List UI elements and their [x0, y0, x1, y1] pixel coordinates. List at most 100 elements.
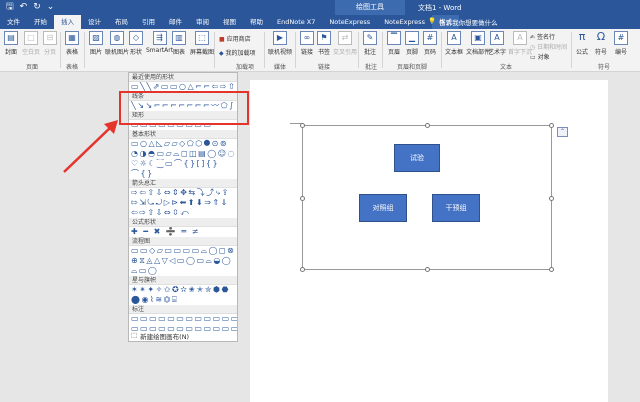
shape-row-arrows-2[interactable]: ⇰⇲⤿⤾▷⊳⬅⬆⬇⇒⇑⇓: [129, 198, 237, 208]
resize-handle-tr[interactable]: [549, 123, 554, 128]
cover-page-icon: ▤: [4, 31, 18, 45]
customize-qat-icon[interactable]: ⌄: [47, 2, 55, 13]
shape-row-basic-4[interactable]: ⌒{}: [129, 169, 237, 179]
bookmark-button[interactable]: ⚑ 书签: [317, 31, 331, 56]
doc-parts-icon: ▣: [471, 31, 485, 45]
tab-review[interactable]: 审阅: [189, 15, 216, 29]
page-number-button[interactable]: # 页码: [423, 31, 437, 56]
page-break-button[interactable]: ⊟ 分页: [43, 31, 57, 56]
ribbon: ▤ 封面 □ 空白页 ⊟ 分页 页面 ▦ 表格 表格 ▨ 图片 ◍ 联机图片 ◇ 形状 ⇶ Sm…: [0, 29, 640, 72]
tab-view[interactable]: 视图: [216, 15, 243, 29]
chart-button[interactable]: ▥ 图表: [172, 31, 186, 56]
footer-button[interactable]: ▁ 页脚: [405, 31, 419, 56]
tab-design[interactable]: 设计: [81, 15, 108, 29]
symbol-button[interactable]: Ω 符号: [594, 31, 608, 57]
crossref-button[interactable]: ⇄ 交叉引用: [333, 31, 357, 56]
number-button[interactable]: # 编号: [614, 31, 628, 56]
store-button[interactable]: ■ 应用商店: [219, 34, 251, 43]
shape-row-basic-1[interactable]: ▭○△◺▱▱◇⬠⬡⯃⊙⊚: [129, 139, 237, 149]
shape-row-arrows-1[interactable]: ⇨⇦⇧⇩⇔⇕✥⇆⤵⤴⤷⇪: [129, 188, 237, 198]
shape-row-flow-1[interactable]: ▭▭◇▱▭▭▭▭⌓◯◻⊗: [129, 246, 237, 256]
shapes-button[interactable]: ◇ 形状: [129, 31, 143, 56]
resize-handle-mr[interactable]: [549, 196, 554, 201]
shape-row-arrows-3[interactable]: ⇦⇨⇧⇩⇔⇳⤺: [129, 208, 237, 218]
tab-file[interactable]: 文件: [0, 15, 27, 29]
tab-noteexpress-2[interactable]: NoteExpress: [377, 15, 432, 29]
tab-references[interactable]: 引用: [135, 15, 162, 29]
shape-row-flow-2[interactable]: ⊕⧖◬△▽◁▭◯▭⌓◒◯: [129, 256, 237, 266]
title-bar: 🖫 ↶ ↻ ⌄ 绘图工具 文档1 - Word: [0, 0, 640, 15]
group-comments-label: 批注: [365, 64, 378, 71]
signature-line-button[interactable]: ✍ 签名行: [530, 32, 555, 41]
resize-handle-tl[interactable]: [300, 123, 305, 128]
textbox-icon: A: [447, 31, 461, 45]
flow-box-control[interactable]: 对照组: [359, 194, 407, 222]
header-button[interactable]: ▔ 页眉: [387, 31, 401, 56]
cover-page-button[interactable]: ▤ 封面: [4, 31, 18, 56]
dropcap-button[interactable]: A 首字下沉: [508, 31, 532, 56]
resize-handle-ml[interactable]: [300, 196, 305, 201]
category-equation: 公式形状: [129, 218, 237, 227]
tab-mailings[interactable]: 邮件: [162, 15, 189, 29]
footer-icon: ▁: [405, 31, 419, 45]
tab-layout[interactable]: 布局: [108, 15, 135, 29]
wordart-button[interactable]: A 艺术字: [488, 31, 506, 56]
object-icon: ▭: [530, 54, 538, 61]
undo-icon[interactable]: ↶: [20, 2, 28, 13]
flow-box-intervention[interactable]: 干预组: [432, 194, 480, 222]
shape-row-equation[interactable]: ✚ ━ ✖ ➗ ═ ≠: [129, 227, 237, 237]
online-video-button[interactable]: ▶ 联机视频: [268, 31, 292, 56]
dropcap-icon: A: [513, 31, 527, 45]
flow-box-trial[interactable]: 试验: [394, 144, 440, 172]
object-button[interactable]: ▭ 对象: [530, 52, 550, 61]
group-header-footer-label: 页眉和页脚: [397, 64, 428, 71]
comment-button[interactable]: ✎ 批注: [363, 31, 377, 56]
tab-home[interactable]: 开始: [27, 15, 54, 29]
shape-row-stars-2[interactable]: ⬤◉⌇≋⏣⌸: [129, 295, 237, 305]
picture-button[interactable]: ▨ 图片: [89, 31, 103, 56]
signature-icon: ✍: [530, 34, 537, 41]
chart-icon: ▥: [172, 31, 186, 45]
redo-icon[interactable]: ↻: [33, 2, 41, 13]
group-text-label: 文本: [500, 64, 513, 71]
smartart-icon: ⇶: [152, 31, 167, 45]
page-break-icon: ⊟: [43, 31, 57, 45]
tab-noteexpress-1[interactable]: NoteExpress: [322, 15, 377, 29]
resize-handle-tc[interactable]: [425, 123, 430, 128]
resize-handle-br[interactable]: [549, 267, 554, 272]
datetime-button[interactable]: ◷ 日期和时间: [530, 42, 567, 51]
blank-page-icon: □: [24, 31, 38, 45]
my-addins-button[interactable]: ◆ 我的加载项: [219, 48, 256, 57]
crossref-icon: ⇄: [338, 31, 352, 45]
category-arrows: 箭头总汇: [129, 179, 237, 188]
layout-options-button[interactable]: ⌃: [557, 127, 568, 137]
new-drawing-canvas-button[interactable]: ⬚ 新建绘图画布(N): [131, 331, 189, 341]
online-pictures-button[interactable]: ◍ 联机图片: [105, 31, 129, 56]
save-icon[interactable]: 🖫: [6, 2, 14, 13]
shape-row-callouts-1[interactable]: ▭▭▭▭▭▭▭▭▭▭▭▭: [129, 314, 237, 324]
link-button[interactable]: ∞ 链接: [300, 31, 314, 56]
bookmark-icon: ⚑: [317, 31, 331, 45]
shape-row-basic-3[interactable]: ♡☼☾⁐▭⌒{}[]{}: [129, 159, 237, 169]
drawing-tools-context-title: 绘图工具: [335, 0, 405, 15]
table-button[interactable]: ▦ 表格: [65, 31, 79, 56]
drawing-canvas[interactable]: 试验 对照组 干预组: [300, 123, 554, 272]
tab-help[interactable]: 帮助: [243, 15, 270, 29]
screenshot-button[interactable]: ⬚ 屏幕截图: [190, 31, 214, 56]
annotation-arrow-icon: [63, 120, 118, 173]
shape-row-basic-2[interactable]: ◔◑◓▭▱⌓◻◫▤◯☺◌: [129, 149, 237, 159]
tab-endnote[interactable]: EndNote X7: [270, 15, 322, 29]
store-icon: ■: [219, 36, 227, 43]
equation-button[interactable]: π 公式: [575, 31, 589, 57]
textbox-button[interactable]: A 文本框: [445, 31, 463, 56]
shape-row-flow-3[interactable]: ⌓▭◯: [129, 266, 237, 276]
resize-handle-bl[interactable]: [300, 267, 305, 272]
category-callouts: 标注: [129, 305, 237, 314]
doc-parts-button[interactable]: ▣ 文档部件: [466, 31, 490, 56]
resize-handle-bc[interactable]: [425, 267, 430, 272]
tab-insert[interactable]: 插入: [54, 15, 81, 29]
smartart-button[interactable]: ⇶ SmartArt: [146, 31, 173, 54]
shape-row-stars-1[interactable]: ✶✴✦✧✩✪✫✬✭✮⬢⬣: [129, 285, 237, 295]
tell-me-search[interactable]: 💡 告诉我你想要做什么: [428, 17, 498, 27]
blank-page-button[interactable]: □ 空白页: [22, 31, 40, 56]
